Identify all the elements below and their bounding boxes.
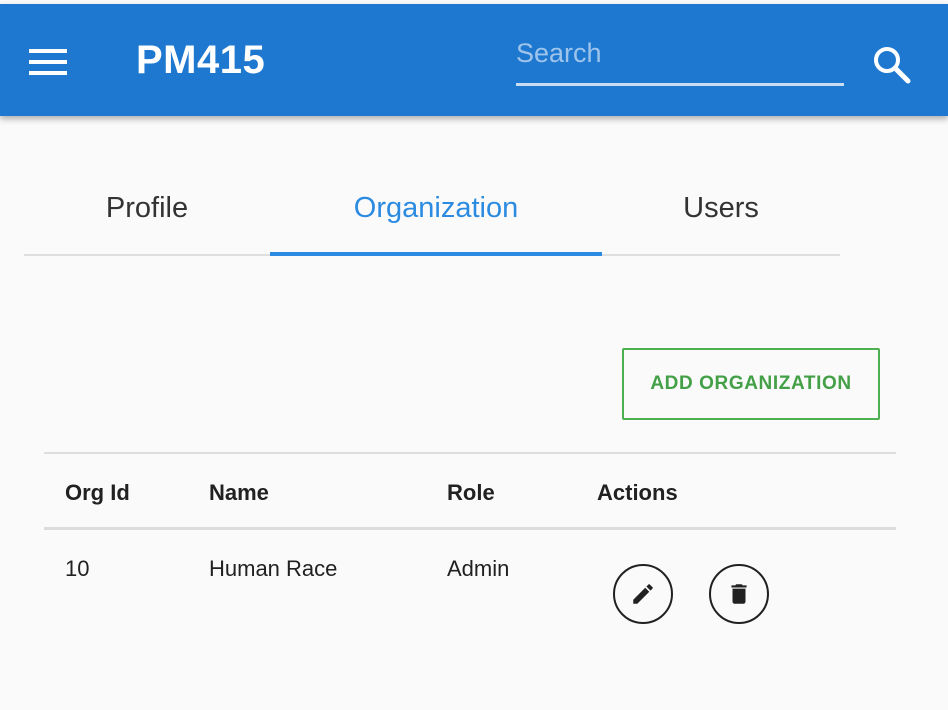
search-input[interactable] <box>516 34 844 86</box>
cell-name: Human Race <box>209 556 338 581</box>
app-title: PM415 <box>136 38 266 82</box>
tab-users[interactable]: Users <box>602 160 840 256</box>
app-bar: PM415 <box>0 4 948 116</box>
cell-org-id: 10 <box>65 556 90 581</box>
column-header-org-id: Org Id <box>65 480 130 505</box>
magnifier-icon <box>874 47 911 84</box>
tab-organization[interactable]: Organization <box>270 160 602 256</box>
tab-bar: Profile Organization Users <box>24 160 840 256</box>
cell-role: Admin <box>447 556 510 581</box>
add-organization-button[interactable]: ADD ORGANIZATION <box>622 348 880 420</box>
delete-button[interactable] <box>709 564 769 624</box>
menu-button[interactable] <box>22 38 74 86</box>
organizations-table: Org Id Name Role Actions 10 Human Race A… <box>44 452 896 650</box>
table-header: Org Id Name Role Actions <box>44 454 896 530</box>
column-header-actions: Actions <box>597 480 678 505</box>
edit-button[interactable] <box>613 564 673 624</box>
column-header-name: Name <box>209 480 269 505</box>
trash-delete-icon <box>731 584 747 604</box>
search-button[interactable] <box>866 40 918 90</box>
search-field <box>516 34 844 90</box>
pencil-edit-icon <box>633 584 653 604</box>
column-header-role: Role <box>447 480 495 505</box>
active-tab-indicator <box>270 252 602 256</box>
hamburger-menu-icon <box>29 49 67 75</box>
table-row: 10 Human Race Admin <box>44 530 896 650</box>
tab-profile[interactable]: Profile <box>24 160 270 256</box>
